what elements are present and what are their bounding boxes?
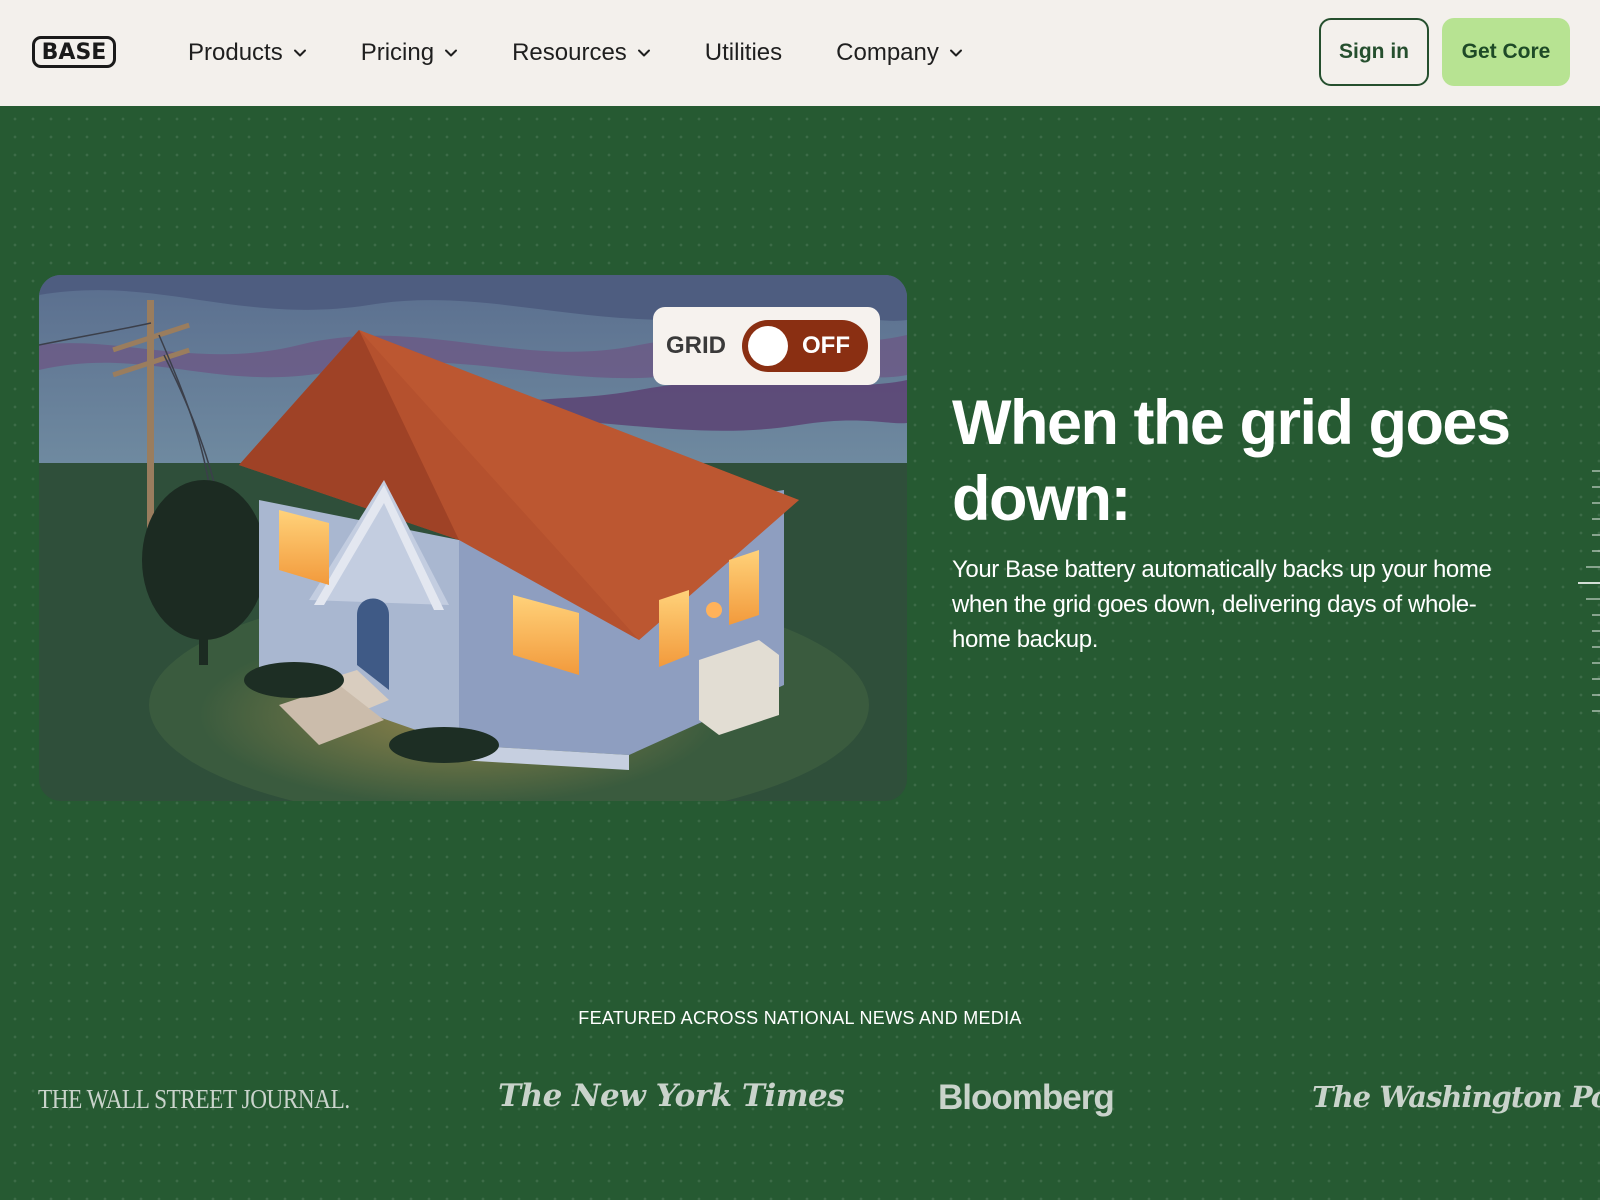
hero-body: Your Base battery automatically backs up… (952, 556, 1492, 653)
grid-toggle-label: GRID (666, 332, 726, 359)
scroll-tick (1592, 534, 1600, 536)
chevron-down-icon (445, 49, 458, 57)
hero-headline: When the grid goes down: (952, 388, 1511, 534)
get-core-button[interactable]: Get Core (1442, 18, 1570, 86)
scroll-tick (1578, 582, 1600, 584)
nav-item-label: Resources (512, 39, 627, 66)
nav-item-utilities[interactable]: Utilities (705, 39, 782, 67)
scroll-tick (1592, 662, 1600, 664)
scroll-tick (1586, 566, 1600, 568)
chevron-down-icon (949, 49, 962, 57)
wsj-logo: THE WALL STREET JOURNAL. (38, 1084, 350, 1114)
grid-toggle-card: GRID OFF (653, 307, 880, 385)
nav-item-label: Pricing (360, 39, 435, 66)
base-logo[interactable]: BASE (32, 36, 116, 68)
grid-toggle-switch[interactable]: OFF (742, 320, 868, 372)
grid-toggle-state: OFF (802, 332, 850, 359)
scroll-tick (1592, 646, 1600, 648)
scroll-tick (1592, 710, 1600, 712)
nyt-logo: The New York Times (498, 1078, 845, 1114)
washington-post-logo: The Washington Post (1312, 1080, 1600, 1114)
chevron-down-icon (293, 49, 306, 57)
scroll-tick (1586, 598, 1600, 600)
scroll-tick (1592, 678, 1600, 680)
top-nav: BASE Products Pricing Resources Utilitie… (0, 0, 1600, 106)
nav-item-company[interactable]: Company (836, 39, 963, 67)
scroll-tick (1592, 486, 1600, 488)
main-menu: Products Pricing Resources Utilities Com… (188, 0, 963, 106)
nav-item-label: Utilities (704, 39, 783, 66)
nav-item-label: Company (836, 39, 939, 66)
chevron-down-icon (637, 49, 650, 57)
scroll-tick (1592, 518, 1600, 520)
nav-item-resources[interactable]: Resources (512, 39, 651, 67)
sign-in-button[interactable]: Sign in (1319, 18, 1429, 86)
bloomberg-logo: Bloomberg (938, 1078, 1115, 1117)
nav-item-label: Products (188, 39, 283, 66)
scroll-tick (1592, 630, 1600, 632)
scroll-tick (1592, 614, 1600, 616)
scroll-tick (1592, 550, 1600, 552)
featured-heading: FEATURED ACROSS NATIONAL NEWS AND MEDIA (578, 1008, 1022, 1028)
scroll-tick (1592, 470, 1600, 472)
media-logos: THE WALL STREET JOURNAL. The New York Ti… (0, 1070, 1600, 1130)
scroll-tick (1592, 694, 1600, 696)
nav-item-pricing[interactable]: Pricing (361, 39, 458, 67)
toggle-knob (748, 326, 788, 366)
nav-item-products[interactable]: Products (188, 39, 307, 67)
scroll-tick (1592, 502, 1600, 504)
scroll-progress-indicator[interactable] (1578, 470, 1600, 730)
